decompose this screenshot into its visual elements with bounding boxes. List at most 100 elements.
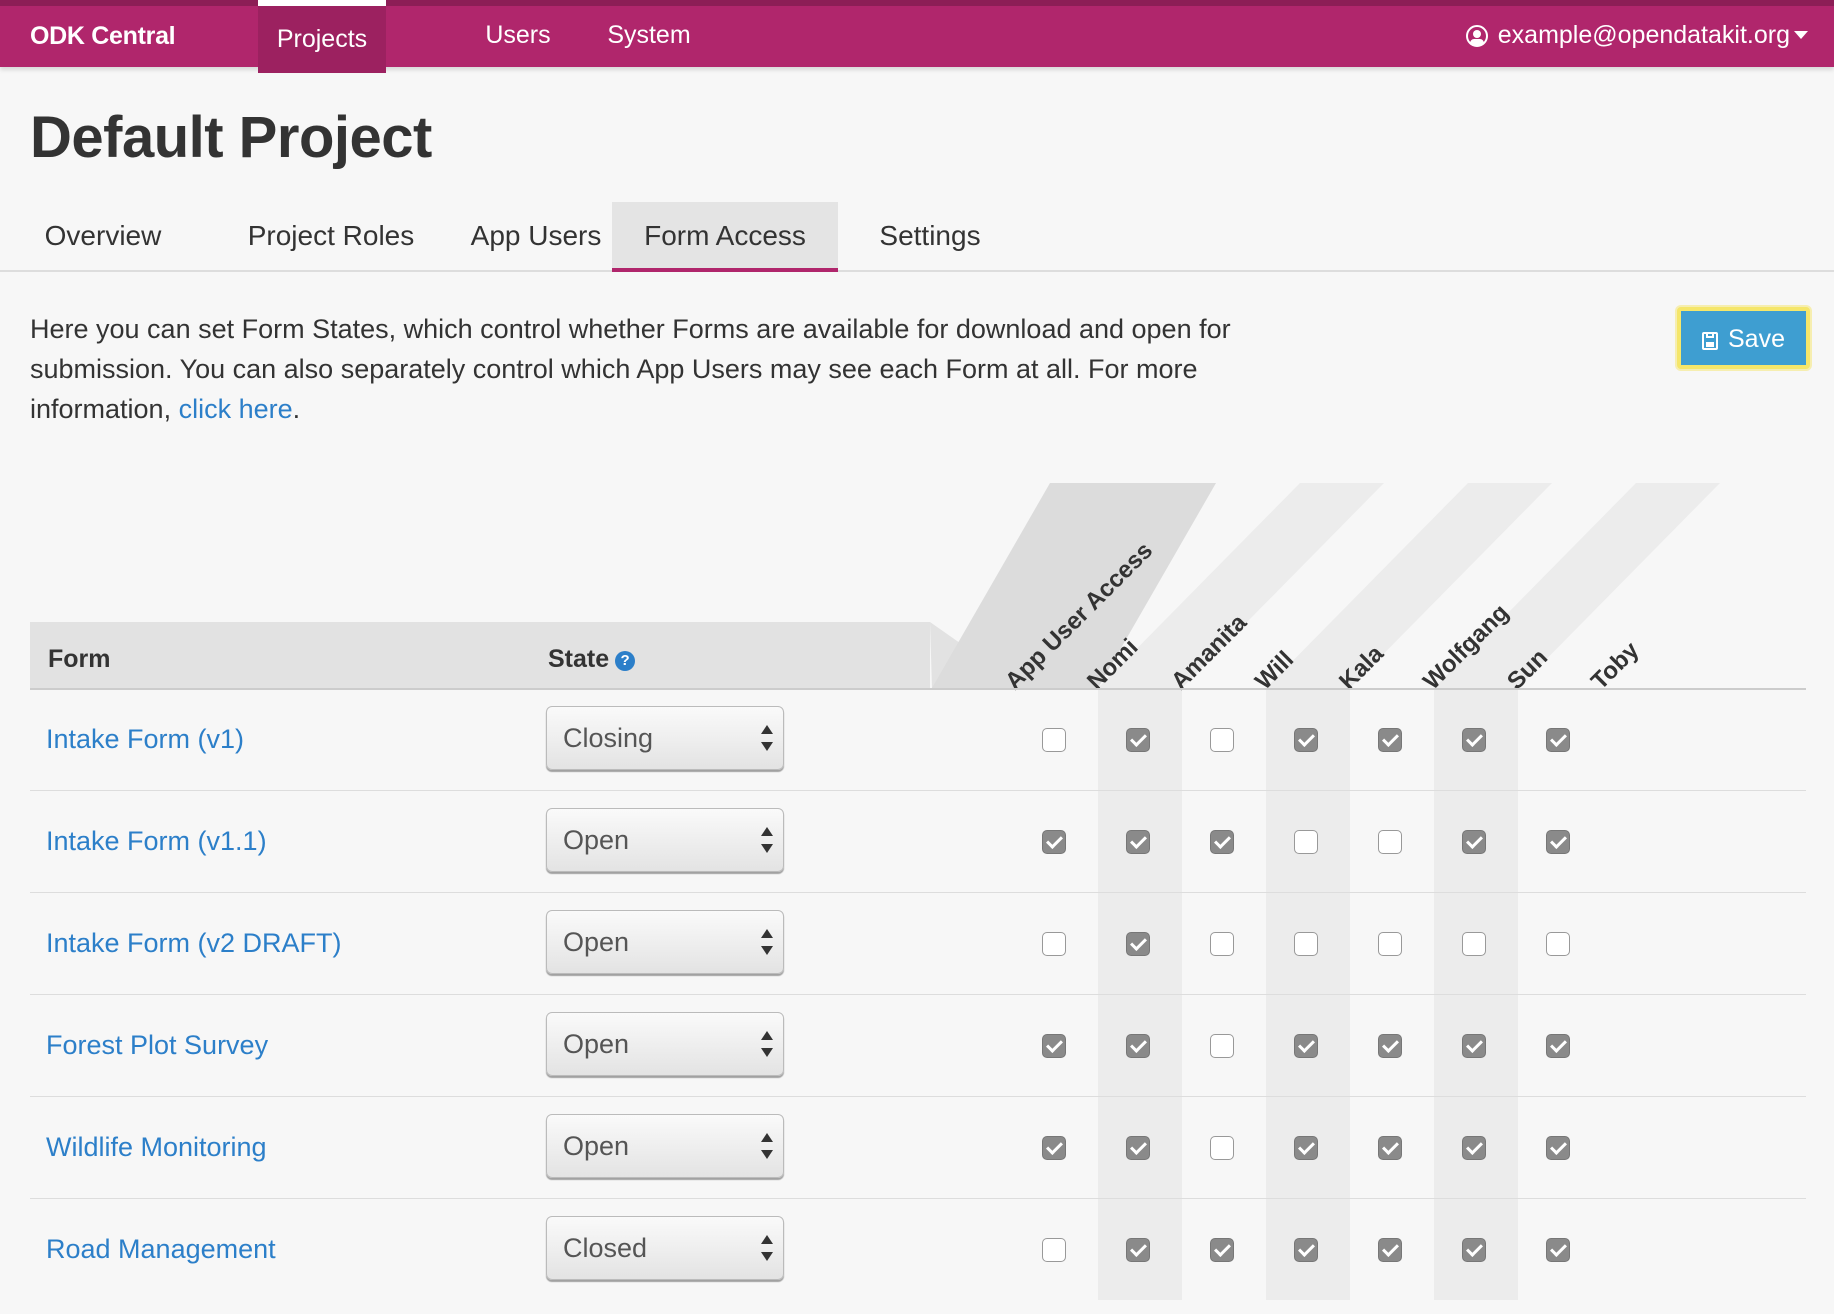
form-link[interactable]: Wildlife Monitoring bbox=[46, 1132, 267, 1163]
access-checkbox[interactable] bbox=[1294, 1238, 1318, 1262]
nav-users[interactable]: Users bbox=[474, 6, 562, 67]
access-checkbox[interactable] bbox=[1546, 830, 1570, 854]
access-checkbox[interactable] bbox=[1294, 728, 1318, 752]
table-row: Intake Form (v1.1) Open bbox=[30, 792, 1806, 894]
select-arrows-icon bbox=[761, 825, 773, 855]
page-title: Default Project bbox=[30, 105, 432, 170]
access-checkbox[interactable] bbox=[1210, 1034, 1234, 1058]
access-checkbox[interactable] bbox=[1378, 932, 1402, 956]
state-label: State bbox=[548, 645, 610, 673]
column-header-app-user-access: App User Access bbox=[1000, 537, 1159, 696]
tab-project-roles[interactable]: Project Roles bbox=[216, 202, 446, 270]
row-divider bbox=[30, 1096, 1806, 1097]
access-checkbox[interactable] bbox=[1378, 1238, 1402, 1262]
access-checkbox[interactable] bbox=[1294, 1034, 1318, 1058]
access-checkbox[interactable] bbox=[1210, 1136, 1234, 1160]
access-checkbox[interactable] bbox=[1546, 1136, 1570, 1160]
row-divider bbox=[30, 994, 1806, 995]
access-checkbox[interactable] bbox=[1462, 830, 1486, 854]
row-divider bbox=[30, 892, 1806, 893]
form-link[interactable]: Road Management bbox=[46, 1234, 276, 1265]
access-checkbox[interactable] bbox=[1462, 1136, 1486, 1160]
column-header-user: Toby bbox=[1586, 636, 1645, 696]
tab-app-users[interactable]: App Users bbox=[430, 202, 642, 270]
tab-overview[interactable]: Overview bbox=[30, 202, 176, 270]
state-select[interactable]: Closing bbox=[546, 706, 784, 770]
nav-system[interactable]: System bbox=[602, 6, 696, 67]
top-navbar: ODK Central Projects Users System exampl… bbox=[0, 0, 1834, 73]
state-select[interactable]: Closed bbox=[546, 1216, 784, 1280]
form-link[interactable]: Intake Form (v2 DRAFT) bbox=[46, 928, 342, 959]
access-checkbox[interactable] bbox=[1042, 1136, 1066, 1160]
column-header-form: Form bbox=[48, 645, 111, 673]
column-header-user: Amanita bbox=[1166, 609, 1253, 696]
chevron-down-icon bbox=[1794, 31, 1808, 39]
access-checkbox[interactable] bbox=[1042, 728, 1066, 752]
user-menu[interactable]: example@opendatakit.org bbox=[1465, 6, 1808, 67]
state-select[interactable]: Open bbox=[546, 808, 784, 872]
access-checkbox[interactable] bbox=[1210, 728, 1234, 752]
access-checkbox[interactable] bbox=[1210, 830, 1234, 854]
access-checkbox[interactable] bbox=[1126, 728, 1150, 752]
access-checkbox[interactable] bbox=[1126, 1034, 1150, 1058]
intro-text: Here you can set Form States, which cont… bbox=[30, 309, 1250, 429]
tab-settings[interactable]: Settings bbox=[850, 202, 1010, 270]
access-checkbox[interactable] bbox=[1294, 932, 1318, 956]
state-value: Closing bbox=[563, 723, 654, 753]
access-checkbox[interactable] bbox=[1462, 1034, 1486, 1058]
access-checkbox[interactable] bbox=[1378, 1136, 1402, 1160]
access-checkbox[interactable] bbox=[1546, 1034, 1570, 1058]
state-select[interactable]: Open bbox=[546, 1114, 784, 1178]
table-row: Intake Form (v2 DRAFT) Open bbox=[30, 894, 1806, 996]
access-checkbox[interactable] bbox=[1042, 1034, 1066, 1058]
brand-logo[interactable]: ODK Central bbox=[30, 22, 176, 51]
state-value: Open bbox=[563, 927, 630, 957]
access-checkbox[interactable] bbox=[1378, 728, 1402, 752]
table-row: Intake Form (v1) Closing bbox=[30, 690, 1806, 792]
row-divider bbox=[30, 1198, 1806, 1199]
select-arrows-icon bbox=[761, 1131, 773, 1161]
help-link[interactable]: click here bbox=[179, 394, 293, 424]
access-checkbox[interactable] bbox=[1294, 1136, 1318, 1160]
state-value: Open bbox=[563, 1131, 630, 1161]
save-button[interactable]: Save bbox=[1677, 307, 1810, 369]
tab-form-access[interactable]: Form Access bbox=[612, 202, 838, 272]
header-diag-access bbox=[932, 483, 1216, 688]
save-icon bbox=[1702, 332, 1718, 350]
access-checkbox[interactable] bbox=[1294, 830, 1318, 854]
nav-projects[interactable]: Projects bbox=[258, 0, 386, 73]
access-checkbox[interactable] bbox=[1042, 830, 1066, 854]
state-select[interactable]: Open bbox=[546, 910, 784, 974]
access-checkbox[interactable] bbox=[1126, 830, 1150, 854]
header-diag-stripe bbox=[1266, 483, 1552, 688]
form-link[interactable]: Forest Plot Survey bbox=[46, 1030, 268, 1061]
access-checkbox[interactable] bbox=[1462, 1238, 1486, 1262]
access-checkbox[interactable] bbox=[1210, 1238, 1234, 1262]
access-checkbox[interactable] bbox=[1126, 932, 1150, 956]
access-checkbox[interactable] bbox=[1042, 932, 1066, 956]
state-select[interactable]: Open bbox=[546, 1012, 784, 1076]
access-checkbox[interactable] bbox=[1378, 830, 1402, 854]
row-divider bbox=[30, 790, 1806, 791]
access-checkbox[interactable] bbox=[1126, 1238, 1150, 1262]
intro-end: . bbox=[292, 394, 301, 424]
header-diag-stripe bbox=[1098, 483, 1384, 688]
access-checkbox[interactable] bbox=[1126, 1136, 1150, 1160]
access-checkbox[interactable] bbox=[1210, 932, 1234, 956]
access-checkbox[interactable] bbox=[1546, 1238, 1570, 1262]
select-arrows-icon bbox=[761, 723, 773, 753]
access-checkbox[interactable] bbox=[1378, 1034, 1402, 1058]
select-arrows-icon bbox=[761, 1233, 773, 1263]
access-checkbox[interactable] bbox=[1462, 932, 1486, 956]
user-icon bbox=[1465, 25, 1488, 47]
access-checkbox[interactable] bbox=[1462, 728, 1486, 752]
access-checkbox[interactable] bbox=[1546, 728, 1570, 752]
help-icon[interactable]: ? bbox=[615, 651, 636, 671]
access-checkbox[interactable] bbox=[1042, 1238, 1066, 1262]
form-link[interactable]: Intake Form (v1.1) bbox=[46, 826, 267, 857]
state-value: Open bbox=[563, 825, 630, 855]
column-header-user: Nomi bbox=[1082, 633, 1144, 696]
access-checkbox[interactable] bbox=[1546, 932, 1570, 956]
form-link[interactable]: Intake Form (v1) bbox=[46, 724, 244, 755]
save-label: Save bbox=[1728, 325, 1785, 353]
